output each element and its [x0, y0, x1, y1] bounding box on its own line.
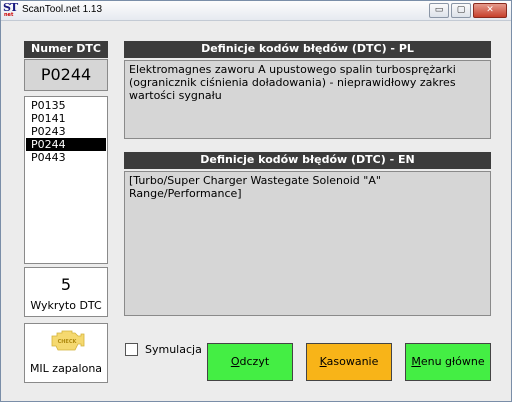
main-menu-button[interactable]: Menu główne	[405, 343, 491, 381]
minimize-button[interactable]: ▭	[429, 3, 449, 18]
app-logo-icon: S T net	[3, 1, 19, 18]
dtc-count-label: Wykryto DTC	[30, 299, 102, 312]
simulation-checkbox[interactable]	[125, 343, 138, 356]
maximize-button[interactable]: ▢	[451, 3, 471, 18]
mil-status-box: CHECK MIL zapalona	[24, 323, 108, 383]
dtc-number-header: Numer DTC	[24, 41, 108, 58]
check-engine-icon-text: CHECK	[58, 339, 78, 345]
simulation-label: Symulacja	[145, 343, 202, 356]
app-window: S T net ScanTool.net 1.13 ▭ ▢ ✕ Numer DT…	[0, 0, 512, 402]
close-button[interactable]: ✕	[473, 3, 507, 18]
dtc-list-item[interactable]: P0243	[26, 125, 106, 138]
title-bar[interactable]: S T net ScanTool.net 1.13 ▭ ▢ ✕	[1, 1, 511, 21]
window-title: ScanTool.net 1.13	[22, 4, 103, 15]
dtc-list-item[interactable]: P0135	[26, 99, 106, 112]
mil-status-label: MIL zapalona	[29, 362, 103, 375]
pl-definition-text: Elektromagnes zaworu A upustowego spalin…	[124, 60, 491, 139]
check-engine-icon: CHECK	[51, 330, 85, 351]
clear-codes-button[interactable]: Kasowanie	[306, 343, 392, 381]
dtc-list-item[interactable]: P0141	[26, 112, 106, 125]
dtc-count-box: 5 Wykryto DTC	[24, 267, 108, 317]
en-definition-header: Definicje kodów błędów (DTC) - EN	[124, 152, 491, 169]
current-dtc-code: P0244	[24, 59, 108, 91]
en-definition-text: [Turbo/Super Charger Wastegate Solenoid …	[124, 171, 491, 316]
dtc-count-value: 5	[60, 275, 72, 294]
read-button[interactable]: Odczyt	[207, 343, 293, 381]
dtc-list-item[interactable]: P0443	[26, 151, 106, 164]
dtc-list-item[interactable]: P0244	[26, 138, 106, 151]
dtc-list[interactable]: P0135 P0141 P0243 P0244 P0443	[24, 96, 108, 264]
pl-definition-header: Definicje kodów błędów (DTC) - PL	[124, 41, 491, 58]
